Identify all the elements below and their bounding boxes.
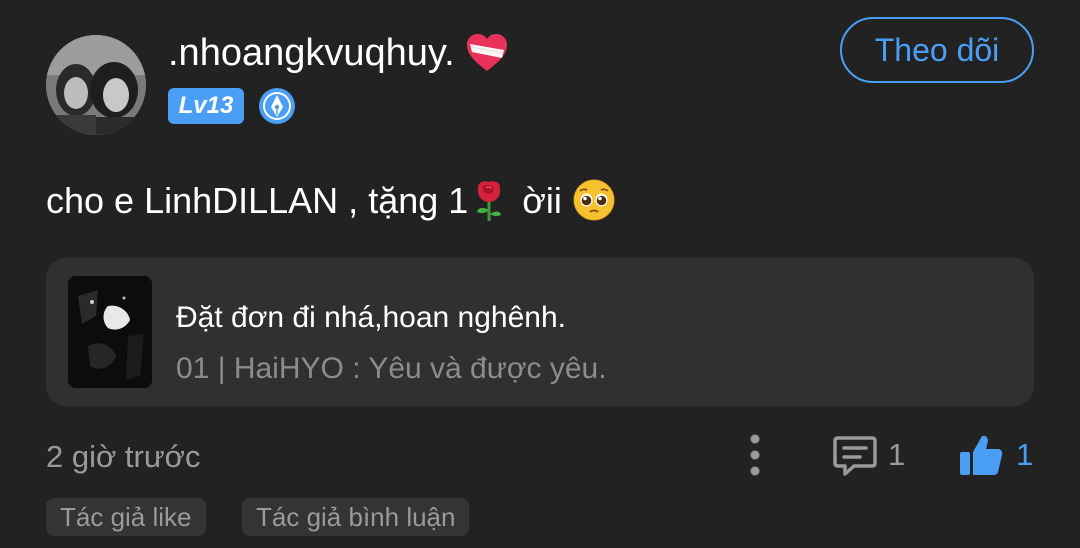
song-subtitle: 01 | HaiHYO : Yêu và được yêu. [176,352,607,385]
thumbs-up-icon [960,435,1003,475]
post-card: .nhoangkvuqhuy. Lv13 Theo dõi cho e Linh… [0,0,1080,548]
avatar[interactable] [46,35,146,135]
pleading-face-icon [572,178,616,222]
song-title: Đặt đơn đi nhá,hoan nghênh. [176,301,566,334]
rose-icon [468,178,512,222]
tag-author-liked: Tác giả like [46,498,206,536]
username[interactable]: .nhoangkvuqhuy. [168,30,455,76]
level-badge: Lv13 [168,88,244,124]
follow-button[interactable]: Theo dõi [840,17,1034,83]
song-card[interactable]: Đặt đơn đi nhá,hoan nghênh. 01 | HaiHYO … [46,258,1034,406]
more-options-icon[interactable] [740,430,770,480]
comment-button[interactable]: 1 [832,430,905,480]
like-button[interactable]: 1 [958,430,1033,480]
post-text: cho e LinhDILLAN , tặng 1 ờii [46,177,616,225]
comment-count: 1 [888,437,906,472]
like-count: 1 [1016,437,1034,472]
post-text-part-3: i [553,180,572,221]
post-timestamp: 2 giờ trước [46,439,201,474]
creator-pen-icon [258,87,296,125]
song-cover-image [68,276,152,388]
tag-author-commented: Tác giả bình luận [242,498,470,536]
post-text-part-2: ời [512,180,554,221]
comment-icon [833,436,877,476]
mending-heart-icon [464,30,510,76]
post-text-part-1: cho e LinhDILLAN , tặng 1 [46,180,469,221]
